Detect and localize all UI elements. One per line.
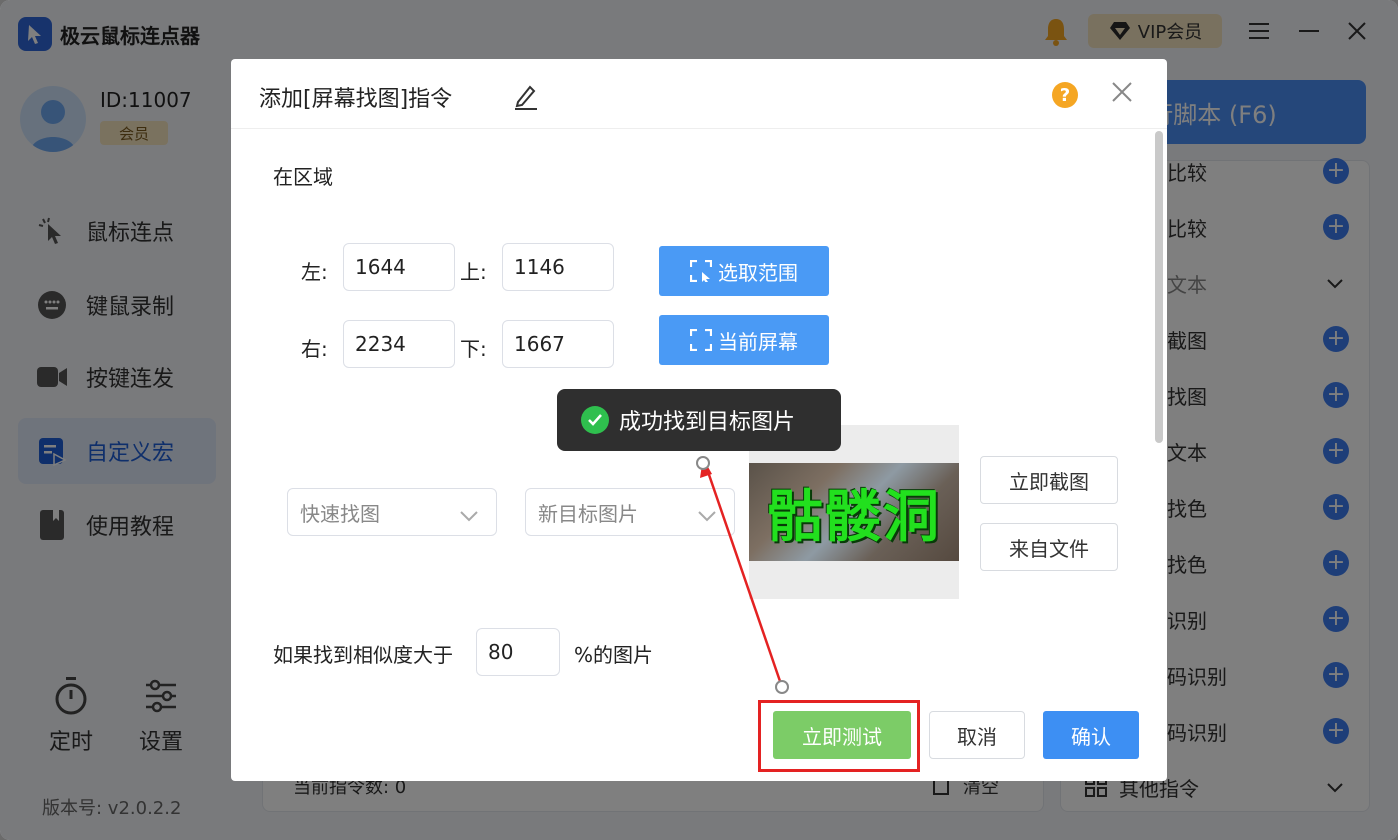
toast-message: 成功找到目标图片	[619, 410, 796, 435]
app-window: 极云鼠标连点器 VIP会员 ID:11007 会员 鼠标连点	[0, 0, 1398, 840]
check-circle-icon	[581, 406, 609, 434]
success-toast: 成功找到目标图片	[557, 389, 841, 451]
